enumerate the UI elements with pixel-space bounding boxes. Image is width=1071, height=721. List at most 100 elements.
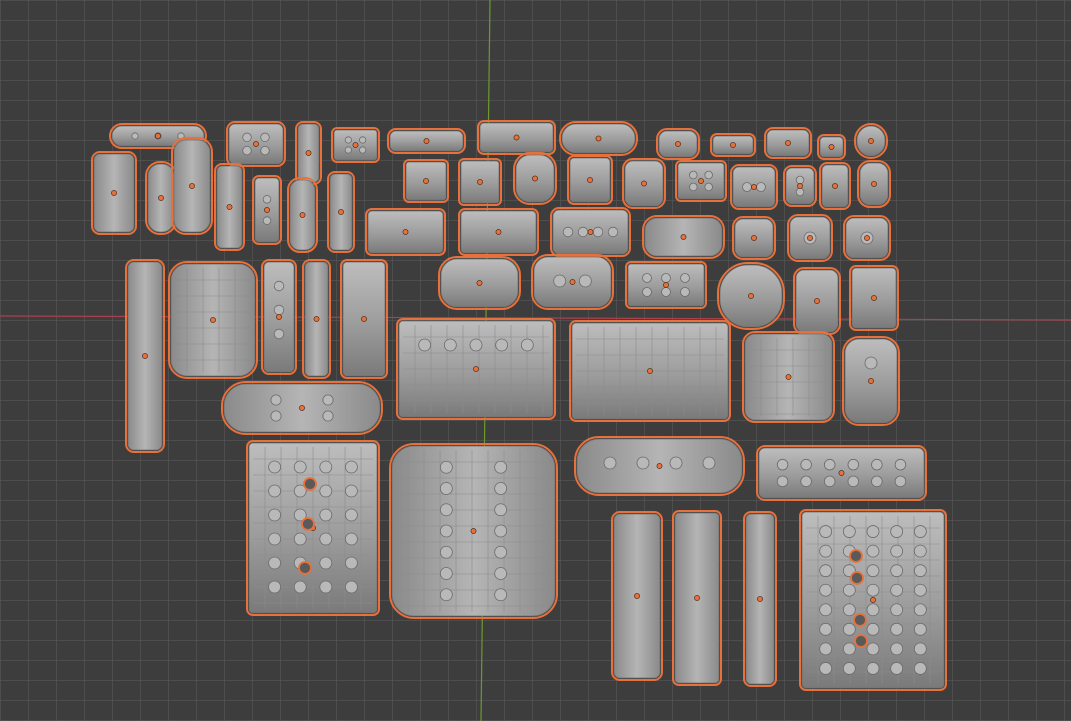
stud [553,274,567,288]
stud [344,532,358,546]
stud [270,410,282,422]
stud [680,273,690,283]
object-origin-dot [361,316,367,322]
object-origin-dot [797,183,803,189]
stud [359,136,367,144]
object-origin-dot [871,295,877,301]
stud [344,460,358,474]
stud [842,642,856,656]
stud [819,564,833,578]
stud [293,580,307,594]
stud [890,642,904,656]
stud [742,182,752,192]
object-origin-dot [647,368,653,374]
stud [842,525,856,538]
object-origin-dot [305,150,312,156]
stud [890,622,904,636]
stud [494,460,508,474]
stud [890,564,904,578]
object-origin-dot [587,229,594,235]
object-origin-dot [189,183,195,189]
stud [776,475,789,488]
stud [866,544,880,558]
stud [319,532,333,546]
stud [823,475,836,488]
stud [322,410,334,422]
stud [273,328,285,340]
object-origin-dot [832,183,838,189]
stud [344,580,358,594]
object-origin-dot [698,178,704,184]
object-origin-dot [814,298,820,304]
stud [819,642,833,656]
object-origin-dot [111,190,117,196]
stud [495,338,509,352]
object-origin-dot [299,405,305,411]
object-origin-dot [513,134,520,141]
stud [842,583,856,597]
stud [913,583,927,597]
stud [689,182,698,192]
stud [439,524,453,538]
stud [842,622,856,636]
object-origin-dot [871,181,877,187]
object-origin-dot [495,229,502,235]
stud [319,484,333,498]
stud [603,456,617,470]
stud [260,132,270,142]
stud [894,475,907,488]
stud [819,525,833,538]
stud [864,356,878,370]
stud [293,460,307,474]
stud [800,475,812,488]
object-origin-dot [828,144,835,150]
stud [344,146,352,154]
stud [494,567,508,580]
stud [578,274,592,288]
stud [913,642,927,656]
object-origin-dot [338,209,344,215]
stud [562,226,574,238]
viewport-canvas[interactable] [0,0,1071,721]
object-origin-dot [785,374,792,380]
stud [866,525,880,538]
stud [439,588,453,602]
stud [819,622,833,636]
stud [819,603,833,617]
stud [268,532,282,546]
object-origin-dot [299,212,306,218]
stud [819,544,833,558]
selected-mesh-objects[interactable] [91,120,947,691]
stud [268,484,282,498]
object-origin-dot [253,141,259,147]
stud [913,564,927,578]
selected-hole [850,571,864,585]
stud [439,482,453,495]
stud [866,583,880,597]
object-origin-dot [226,204,233,210]
object-origin-dot [656,463,663,469]
stud [913,662,927,675]
object-origin-dot [569,279,576,285]
object-origin-dot [838,470,845,476]
stud [439,460,453,474]
stud [823,458,836,471]
stud [469,338,483,352]
object-origin-dot [276,314,282,320]
stud [520,338,534,352]
stud [795,175,805,185]
stud [494,503,508,517]
stud [268,460,282,474]
stud [842,603,856,617]
stud [819,662,833,675]
stud [293,532,307,546]
stud [776,458,789,471]
object-origin-dot [680,234,687,240]
3d-viewport[interactable] [0,0,1071,721]
stud [262,216,272,225]
object-origin-dot [807,235,813,241]
stud [262,195,272,204]
stud [756,182,766,192]
stud [890,525,904,538]
stud [344,484,358,498]
